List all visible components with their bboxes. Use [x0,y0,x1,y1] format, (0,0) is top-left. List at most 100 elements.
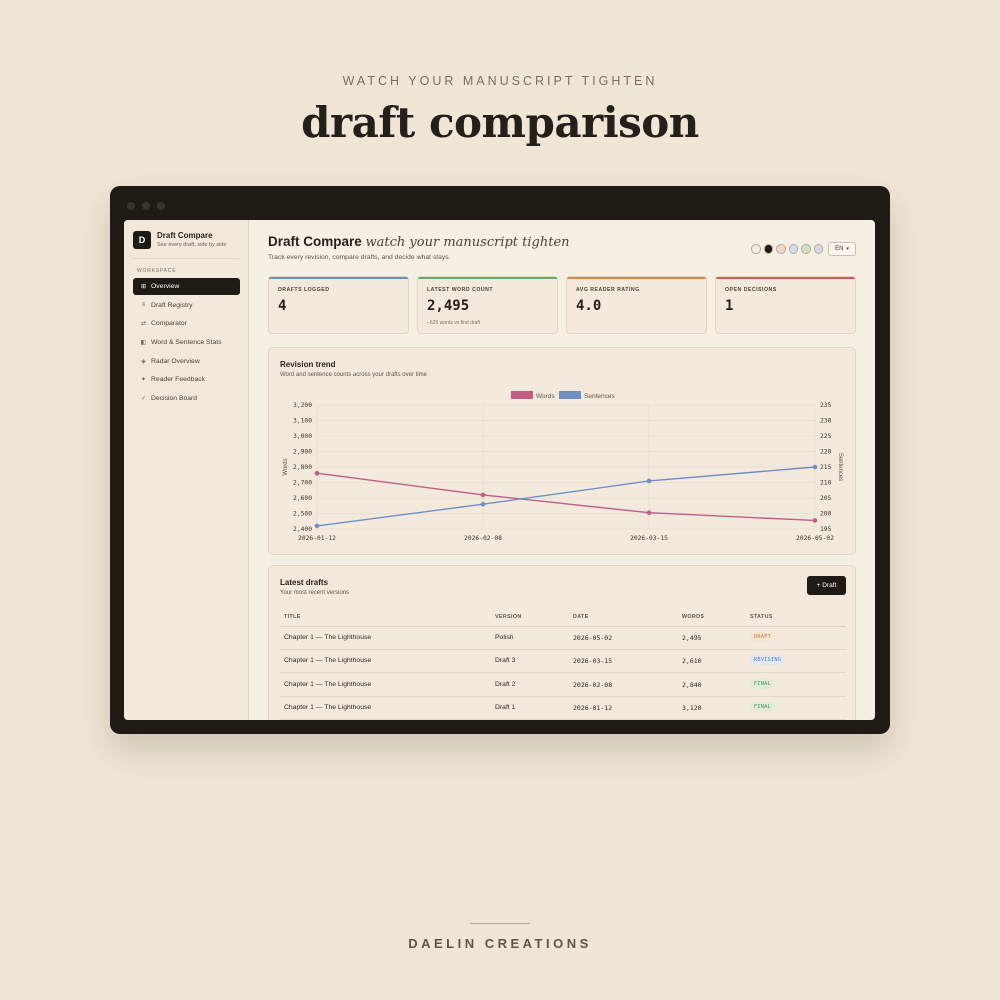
y-right-tick-label: 205 [820,495,832,502]
data-point-sentences[interactable] [314,523,320,529]
grid-icon: ⊞ [140,284,147,290]
window-dot-icon [157,202,165,210]
y-right-axis-label: Sentences [837,453,843,481]
app-title-main: Draft Compare [268,234,362,249]
radar-icon: ◈ [141,358,146,365]
sidebar-item-decision-board[interactable]: ✓ Decision Board [133,390,240,407]
sidebar: D Draft Compare See every draft, side by… [124,220,249,720]
sidebar-item-overview[interactable]: ⊞ Overview [133,278,240,295]
cell-title: Chapter 1 — The Lighthouse [284,634,372,641]
stat-label: AVG READER RATING [576,287,640,293]
sidebar-item-label: Comparator [151,320,187,328]
y-tick-label: 3,100 [293,418,312,425]
y-right-tick-label: 225 [820,433,832,440]
footer-brand: DAELIN CREATIONS [408,936,592,951]
stat-card: OPEN DECISIONS 1 [715,276,856,334]
latest-drafts-card: Latest drafts Your most recent versions … [268,565,856,720]
x-tick-label: 2026-03-15 [630,535,668,542]
window-dot-icon [142,202,150,210]
data-point-words[interactable] [480,492,486,498]
y-tick-label: 3,200 [293,402,312,409]
theme-swatch[interactable] [788,244,798,254]
sidebar-item-radar-overview[interactable]: ◈ Radar Overview [133,353,240,370]
add-draft-button[interactable]: + Draft [807,576,846,595]
theme-swatch[interactable] [776,244,786,254]
language-select[interactable]: EN ▾ [828,242,856,256]
stat-value: 4.0 [576,298,602,314]
table-row[interactable]: Chapter 1 — The Lighthouse Draft 1 2026-01… [280,697,846,720]
sidebar-item-label: Word & Sentence Stats [151,339,222,347]
cell-words: 2,495 [682,634,702,642]
data-point-sentences[interactable] [480,501,486,507]
y-tick-label: 2,500 [293,511,312,518]
revision-trend-card: Revision trend Word and sentence counts … [268,347,856,555]
sidebar-item-label: Reader Feedback [151,376,206,384]
compare-icon: ⇄ [140,321,147,328]
column-header: WORDS [682,614,705,620]
stat-card: DRAFTS LOGGED 4 [268,276,409,334]
table-row[interactable]: Chapter 1 — The Lighthouse Polish 2026-05-… [280,627,846,650]
sidebar-divider [133,258,239,259]
x-tick-label: 2026-05-02 [796,535,834,542]
stat-accent-bar [716,277,855,279]
sidebar-item-label: Radar Overview [151,357,200,365]
y-tick-label: 3,000 [293,433,312,440]
sidebar-item-label: Decision Board [151,395,198,403]
footer-divider [470,923,530,924]
cell-version: Polish [495,634,514,641]
sidebar-nav: ⊞ Overview ≡ Draft Registry ⇄ Comparator ◧ Word… [133,278,240,409]
stat-card: LATEST WORD COUNT 2,495 −625 words vs firs… [417,276,558,334]
theme-swatch[interactable] [751,244,761,254]
data-point-words[interactable] [646,510,652,516]
stat-label: LATEST WORD COUNT [427,287,494,293]
sidebar-item-draft-registry[interactable]: ≡ Draft Registry [133,297,240,314]
table-row[interactable]: Chapter 1 — The Lighthouse Draft 2 2026-02… [280,674,846,697]
legend-swatch [511,391,533,399]
data-point-sentences[interactable] [812,464,818,470]
status-badge: REVISING [750,655,786,666]
y-axis-label: Words [283,458,289,475]
stat-value: 2,495 [427,298,470,314]
table-row[interactable]: Chapter 1 — The Lighthouse Draft 3 2026-03… [280,650,846,674]
sidebar-item-word-sentence-stats[interactable]: ◧ Word & Sentence Stats [133,334,240,351]
feedback-icon: ✦ [140,377,147,384]
cell-title: Chapter 1 — The Lighthouse [284,680,372,688]
legend-swatch [559,391,581,399]
app-subtitle: Track every revision, compare drafts, an… [268,254,451,261]
stats-icon: ◧ [140,340,147,347]
y-right-tick-label: 195 [820,526,832,533]
y-right-tick-label: 200 [820,511,832,518]
status-badge: DRAFT [750,632,776,642]
legend-label: Sentences [584,393,615,400]
page-title: draft comparison [301,98,699,147]
data-point-sentences[interactable] [646,478,652,484]
theme-swatch[interactable] [813,244,823,254]
y-tick-label: 2,700 [293,480,312,487]
sidebar-item-reader-feedback[interactable]: ✦ Reader Feedback [133,371,240,388]
app-window: D Draft Compare See every draft, side by… [110,186,890,734]
app-title: Draft Compare watch your manuscript tigh… [268,234,570,250]
data-point-words[interactable] [314,470,320,476]
sidebar-item-comparator[interactable]: ⇄ Comparator [133,315,240,332]
cell-title: Chapter 1 — The Lighthouse [284,703,372,711]
cell-version: Draft 1 [495,703,516,711]
sidebar-item-label: Draft Registry [151,301,193,309]
y-tick-label: 2,900 [293,449,312,456]
page-kicker: WATCH YOUR MANUSCRIPT TIGHTEN [342,74,658,88]
y-right-tick-label: 220 [820,449,832,456]
brand-name: Draft Compare [157,231,213,240]
x-tick-label: 2026-02-08 [464,535,502,542]
revision-trend-chart: Words Sentences 3,200 235 3,100 230 3,000 225 2,… [283,391,843,542]
theme-swatch[interactable] [763,244,773,254]
workspace-label: WORKSPACE [137,268,177,274]
y-right-tick-label: 215 [820,464,832,471]
stat-accent-bar [269,277,408,279]
cell-words: 2,610 [682,657,702,666]
stat-value: 4 [278,298,287,314]
stat-accent-bar [418,277,557,279]
data-point-words[interactable] [812,518,818,523]
theme-swatch[interactable] [801,244,811,254]
drafts-table-header: TITLE VERSION DATE WORDS STATUS [280,610,846,627]
status-badge: FINAL [750,701,776,712]
cell-date: 2026-05-02 [573,634,613,642]
